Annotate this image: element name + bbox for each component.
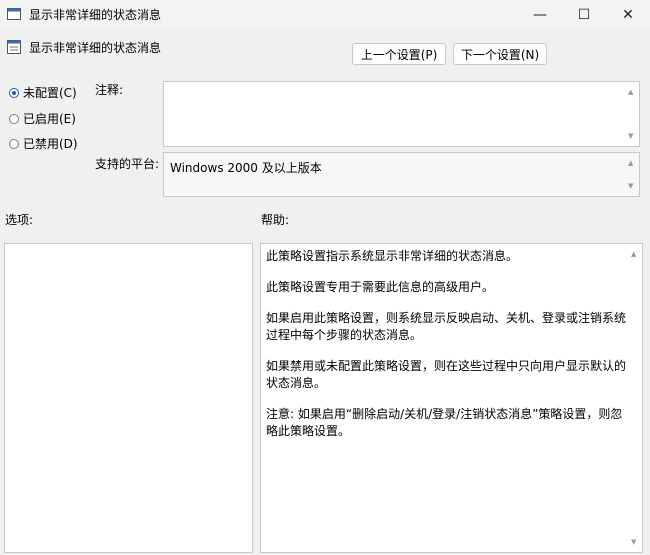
comment-textarea[interactable]: ▲ ▼ bbox=[163, 81, 640, 147]
help-paragraph: 如果启用此策略设置，则系统显示反映启动、关机、登录或注销系统过程中每个步骤的状态… bbox=[266, 311, 627, 342]
help-paragraph: 注意: 如果启用“删除启动/关机/登录/注销状态消息”策略设置，则忽略此策略设置… bbox=[266, 407, 623, 438]
maximize-icon: ☐ bbox=[577, 7, 591, 23]
scroll-up-icon[interactable]: ▲ bbox=[628, 88, 633, 96]
platform-field: Windows 2000 及以上版本 ▲ ▼ bbox=[163, 152, 640, 197]
comment-scrollbar[interactable]: ▲ ▼ bbox=[625, 82, 639, 146]
maximize-button[interactable]: ☐ bbox=[562, 0, 606, 30]
setting-title: 显示非常详细的状态消息 bbox=[29, 41, 162, 55]
radio-disabled[interactable]: 已禁用(D) bbox=[9, 135, 78, 152]
minimize-icon: — bbox=[533, 7, 547, 23]
window-title: 显示非常详细的状态消息 bbox=[29, 8, 162, 22]
help-label: 帮助: bbox=[261, 213, 290, 227]
comment-label: 注释: bbox=[95, 83, 124, 97]
policy-window-icon bbox=[7, 8, 21, 20]
minimize-button[interactable]: — bbox=[518, 0, 562, 30]
title-bar: 显示非常详细的状态消息 — ☐ ✕ bbox=[0, 0, 650, 30]
radio-dot[interactable] bbox=[9, 138, 19, 149]
scroll-up-icon[interactable]: ▲ bbox=[631, 250, 636, 258]
radio-dot[interactable] bbox=[9, 113, 19, 124]
radio-not-configured[interactable]: 未配置(C) bbox=[9, 84, 77, 101]
radio-label: 未配置(C) bbox=[23, 86, 77, 100]
radio-label: 已禁用(D) bbox=[23, 137, 78, 151]
options-label: 选项: bbox=[5, 213, 34, 227]
scroll-down-icon[interactable]: ▼ bbox=[631, 538, 636, 546]
setting-icon bbox=[7, 40, 21, 54]
help-scrollbar[interactable]: ▲ ▼ bbox=[628, 244, 642, 552]
options-panel bbox=[4, 243, 253, 553]
help-paragraph: 此策略设置专用于需要此信息的高级用户。 bbox=[266, 280, 495, 294]
help-paragraph: 如果禁用或未配置此策略设置，则在这些过程中只向用户显示默认的状态消息。 bbox=[266, 359, 627, 390]
next-setting-button[interactable]: 下一个设置(N) bbox=[453, 43, 547, 65]
help-paragraph: 此策略设置指示系统显示非常详细的状态消息。 bbox=[266, 249, 519, 263]
platform-label: 支持的平台: bbox=[95, 157, 160, 171]
help-text: 此策略设置指示系统显示非常详细的状态消息。 此策略设置专用于需要此信息的高级用户… bbox=[266, 248, 626, 454]
previous-setting-button[interactable]: 上一个设置(P) bbox=[352, 43, 446, 65]
close-button[interactable]: ✕ bbox=[606, 0, 650, 30]
platform-scrollbar[interactable]: ▲ ▼ bbox=[625, 153, 639, 196]
scroll-up-icon[interactable]: ▲ bbox=[628, 159, 633, 167]
scroll-down-icon[interactable]: ▼ bbox=[628, 182, 633, 190]
radio-dot[interactable] bbox=[9, 87, 19, 98]
platform-value: Windows 2000 及以上版本 bbox=[170, 161, 322, 175]
close-icon: ✕ bbox=[622, 7, 634, 23]
scroll-down-icon[interactable]: ▼ bbox=[628, 132, 633, 140]
help-panel[interactable]: 此策略设置指示系统显示非常详细的状态消息。 此策略设置专用于需要此信息的高级用户… bbox=[260, 243, 643, 553]
radio-enabled[interactable]: 已启用(E) bbox=[9, 110, 76, 127]
radio-label: 已启用(E) bbox=[23, 112, 76, 126]
